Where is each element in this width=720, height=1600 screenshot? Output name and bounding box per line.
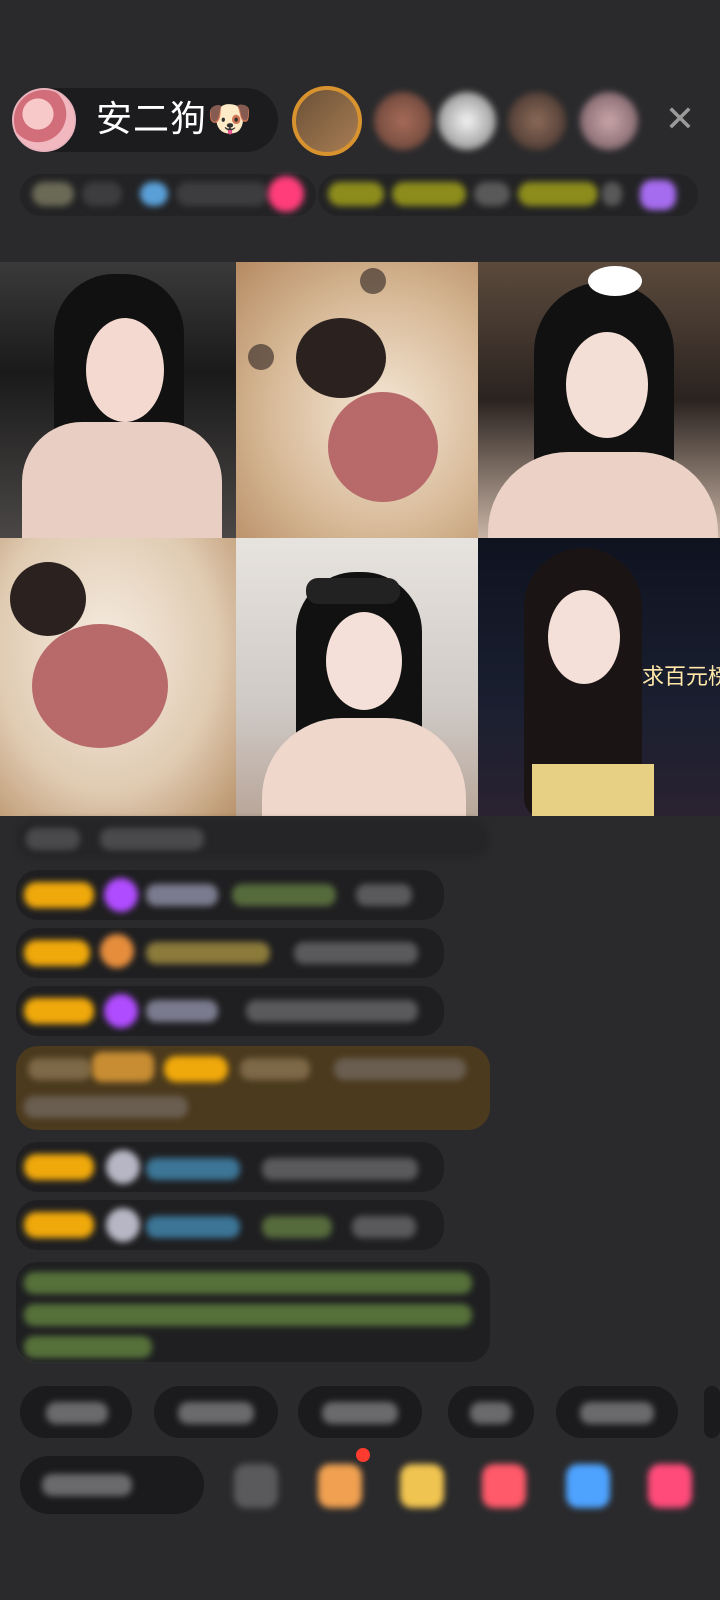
chat-input-placeholder: [42, 1474, 132, 1496]
video-tile-1[interactable]: [0, 262, 236, 538]
close-icon[interactable]: ✕: [660, 100, 700, 140]
chat-text: [262, 1216, 332, 1238]
video-tile-5[interactable]: [236, 538, 478, 816]
gift-icon[interactable]: [318, 1464, 362, 1508]
chat-text: [334, 1058, 466, 1080]
username: [146, 942, 270, 964]
system-text: [24, 1304, 472, 1326]
top-viewer-avatar-1[interactable]: [292, 86, 362, 156]
notification-dot: [356, 1448, 370, 1462]
level-badge: [24, 998, 94, 1024]
stat-icon: [140, 182, 168, 206]
chat-text: [24, 1096, 188, 1118]
gem-icon: [104, 994, 138, 1028]
viewer-avatar-4[interactable]: [508, 92, 566, 150]
shoulders-shape: [262, 718, 466, 816]
chat-message[interactable]: [16, 820, 490, 858]
gift-icon[interactable]: [400, 1464, 444, 1508]
gift-icon[interactable]: [566, 1464, 610, 1508]
chat-text: [352, 1216, 416, 1238]
viewer-avatar-2[interactable]: [374, 92, 432, 150]
quick-reply-text: [178, 1402, 254, 1424]
gem-icon: [104, 878, 138, 912]
viewer-avatar-3[interactable]: [438, 92, 496, 150]
chat-text: [262, 1158, 418, 1180]
chat-text: [294, 942, 418, 964]
fan-icon: [106, 1208, 140, 1242]
quick-reply-text: [580, 1402, 654, 1424]
chat-text: [28, 1058, 92, 1080]
emoji-icon[interactable]: [234, 1464, 278, 1508]
level-badge: [164, 1056, 228, 1082]
fan-icon: [100, 934, 134, 968]
system-text: [24, 1272, 472, 1294]
vip-badge: [92, 1052, 154, 1082]
quick-reply-6[interactable]: [704, 1386, 720, 1438]
gift-icon[interactable]: [648, 1464, 692, 1508]
system-text: [24, 1336, 152, 1358]
notice-text-4: [518, 182, 598, 206]
quick-reply-text: [470, 1402, 512, 1424]
notice-text-5: [602, 182, 622, 206]
username: [146, 1216, 240, 1238]
viewer-avatar-5[interactable]: [580, 92, 638, 150]
notice-text-1: [328, 182, 384, 206]
level-badge: [24, 1212, 94, 1238]
video-tile-3[interactable]: [478, 262, 720, 538]
level-badge: [24, 940, 90, 966]
username: [240, 1058, 310, 1080]
sunglasses-shape: [306, 578, 400, 604]
dog-nose-shape: [296, 318, 386, 398]
notice-text-3: [474, 182, 510, 206]
face-shape: [326, 612, 402, 710]
username: [146, 1000, 218, 1022]
shoulders-shape: [22, 422, 222, 538]
level-chip: [32, 182, 74, 206]
top-shape: [532, 764, 654, 816]
stat-text-2: [176, 182, 268, 206]
dog-tongue-shape: [328, 392, 438, 502]
gift-icon[interactable]: [482, 1464, 526, 1508]
shoulders-shape: [488, 452, 718, 538]
chat-text: [26, 828, 80, 850]
quick-reply-text: [46, 1402, 108, 1424]
chat-text: [232, 884, 336, 906]
level-badge: [24, 882, 94, 908]
video-grid: [0, 262, 720, 816]
username: [146, 1158, 240, 1180]
dog-eye-shape: [248, 344, 274, 370]
chat-text: [356, 884, 412, 906]
chat-text: [246, 1000, 418, 1022]
video-tile-2[interactable]: [236, 262, 478, 538]
username: [146, 884, 218, 906]
notice-icon[interactable]: [640, 180, 676, 210]
stat-text: [82, 182, 122, 206]
dog-eye-shape: [360, 268, 386, 294]
quick-reply-text: [322, 1402, 398, 1424]
headband-shape: [588, 266, 642, 296]
follow-icon[interactable]: [268, 176, 304, 212]
video-tile-4[interactable]: [0, 538, 236, 816]
face-shape: [566, 332, 648, 438]
face-shape: [548, 590, 620, 684]
fan-icon: [106, 1150, 140, 1184]
chat-text: [100, 828, 204, 850]
level-badge: [24, 1154, 94, 1180]
dog-tongue-shape: [32, 624, 168, 748]
face-shape: [86, 318, 164, 422]
tile-caption: 求百元榜T: [642, 665, 720, 690]
notice-text-2: [392, 182, 466, 206]
host-avatar[interactable]: [12, 88, 76, 152]
dog-nose-shape: [10, 562, 86, 636]
host-name: 安二狗🐶: [96, 99, 253, 140]
